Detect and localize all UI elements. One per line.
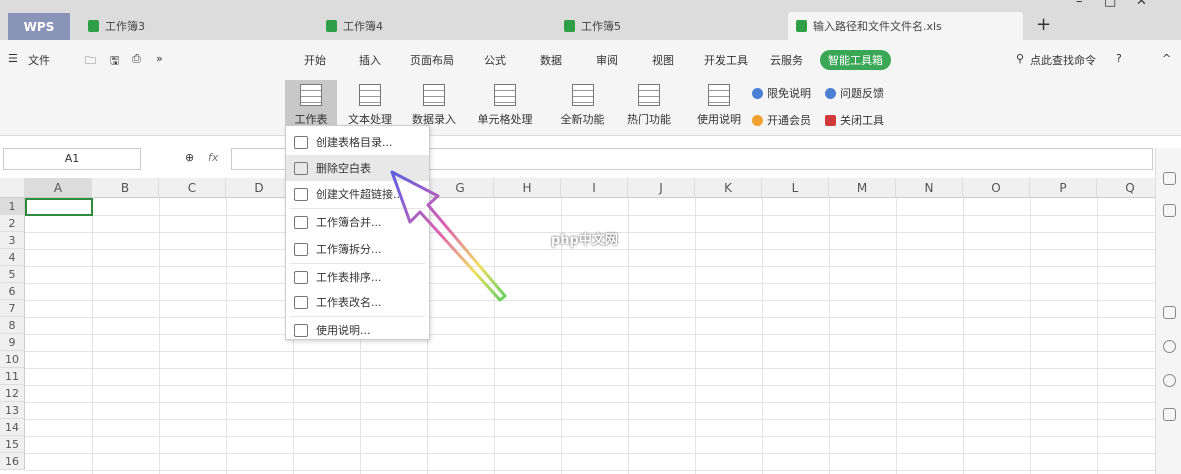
watermark: php中文网 <box>551 233 618 248</box>
